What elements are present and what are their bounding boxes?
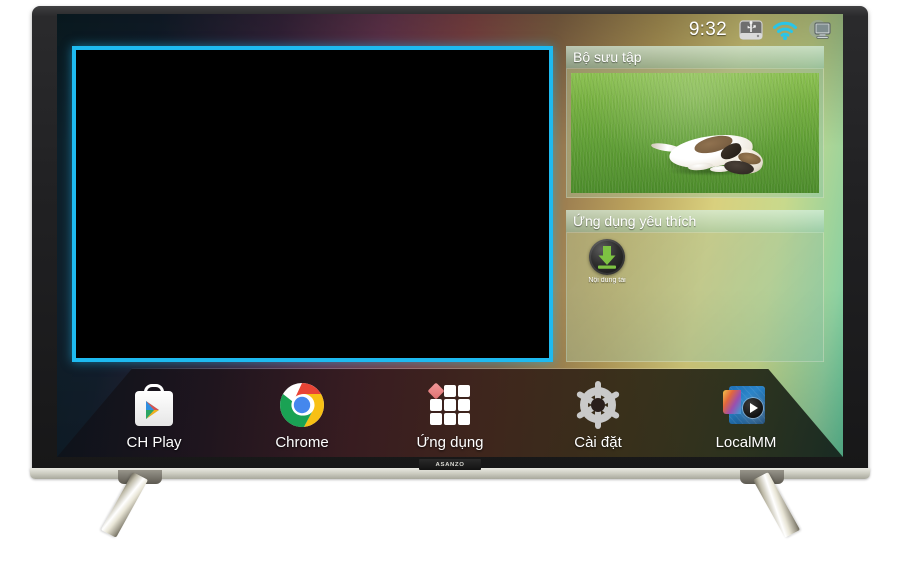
download-icon: [589, 239, 625, 275]
apps-cell: [430, 413, 442, 425]
dock-label-ch-play: CH Play: [126, 434, 182, 451]
video-preview-surface: [76, 50, 549, 358]
dock-label-localmm: LocalMM: [715, 434, 777, 451]
collection-photo[interactable]: [571, 73, 819, 193]
apps-cell: [430, 399, 442, 411]
dock-top-edge: [131, 368, 769, 369]
dock-label-apps: Ứng dụng: [416, 434, 484, 451]
status-clock: 9:32: [688, 19, 727, 40]
gear-icon: [575, 381, 621, 429]
status-bar: 9:32: [57, 14, 843, 46]
photo-puppy-subject: [650, 129, 774, 179]
chrome-icon: [279, 382, 325, 428]
brand-logo: ASANZO: [419, 459, 481, 470]
apps-grid-icon: [427, 382, 473, 428]
video-preview-frame[interactable]: [72, 46, 553, 362]
apps-cell: [458, 399, 470, 411]
favorite-app-download[interactable]: Nội dung tải: [576, 239, 638, 284]
favorite-app-label: Nội dung tải: [588, 277, 626, 284]
panel-favorites: Ứng dụng yêu thích Nội dung tải: [566, 210, 824, 362]
dock-item-apps[interactable]: Ứng dụng: [402, 382, 498, 451]
apps-cell: [444, 399, 456, 411]
display-icon[interactable]: [807, 19, 833, 41]
play-triangle-glyph: [146, 401, 159, 419]
apps-cell-accent: [427, 382, 445, 400]
app-dock: CH Play Chrome Ứng dụng Cài đặt LocalMM: [57, 349, 843, 457]
apps-cell: [444, 385, 456, 397]
media-palette: [723, 390, 741, 414]
apps-cell: [458, 385, 470, 397]
dock-item-localmm[interactable]: LocalMM: [698, 382, 794, 451]
dock-item-settings[interactable]: Cài đặt: [550, 381, 646, 451]
status-icon-tray: [739, 19, 833, 41]
dock-label-settings: Cài đặt: [574, 434, 622, 451]
panel-collection-header: Bộ sưu tập: [566, 46, 824, 68]
panel-favorites-body: Nội dung tải: [566, 232, 824, 362]
right-panel-column: Bộ sưu tập Ứng dụng yêu thích Nội dung t…: [566, 46, 824, 374]
screenshot-root: 9:32 Bộ sưu tập Ứng dụng yêu thích Nội d…: [0, 0, 900, 565]
panel-collection-body[interactable]: [566, 68, 824, 198]
apps-cell: [458, 413, 470, 425]
apps-cell: [444, 413, 456, 425]
tv-screen: 9:32 Bộ sưu tập Ứng dụng yêu thích Nội d…: [57, 14, 843, 457]
media-player-icon: [723, 382, 769, 428]
dock-item-chrome[interactable]: Chrome: [254, 382, 350, 451]
dock-label-chrome: Chrome: [275, 434, 329, 451]
google-play-icon: [131, 382, 177, 428]
panel-collection-title: Bộ sưu tập: [573, 49, 642, 65]
gear-center-hole: [591, 398, 605, 412]
dock-item-ch-play[interactable]: CH Play: [106, 382, 202, 451]
usb-drive-icon[interactable]: [739, 19, 763, 41]
panel-favorites-title: Ứng dụng yêu thích: [573, 213, 697, 229]
media-play-button: [743, 398, 763, 418]
dock-item-list: CH Play Chrome Ứng dụng Cài đặt LocalMM: [57, 381, 843, 451]
brand-logo-text: ASANZO: [435, 461, 465, 468]
panel-favorites-header: Ứng dụng yêu thích: [566, 210, 824, 232]
panel-collection: Bộ sưu tập: [566, 46, 824, 198]
wifi-icon[interactable]: [771, 19, 799, 41]
